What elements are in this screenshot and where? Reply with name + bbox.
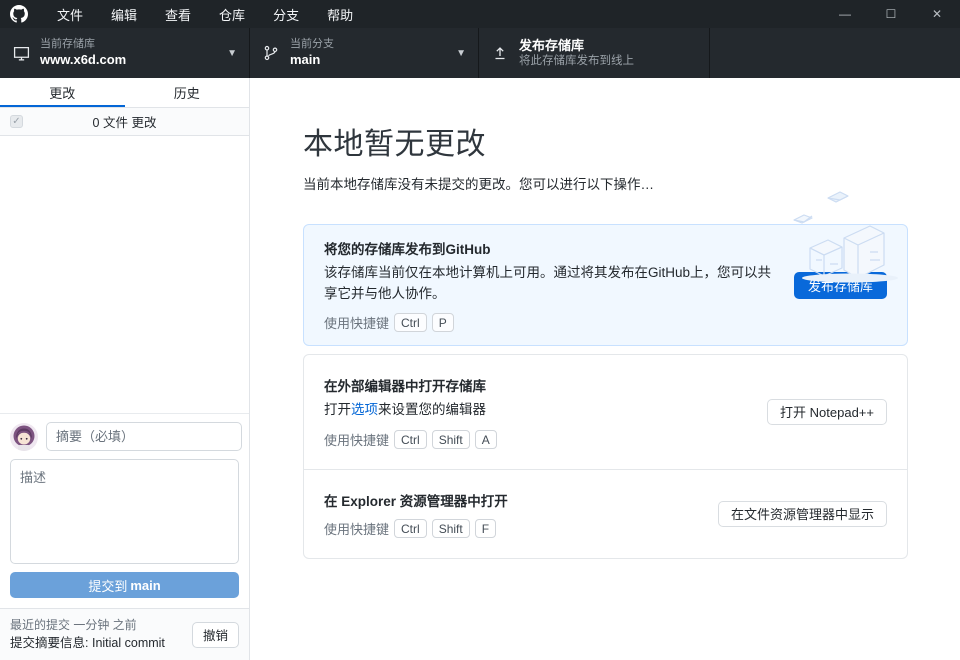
git-branch-icon	[262, 44, 280, 62]
open-in-explorer-shortcut: 使用快捷键 Ctrl Shift F	[324, 519, 698, 538]
publish-repository-subtitle: 将此存储库发布到线上	[519, 54, 697, 68]
sidebar: 更改 历史 ✓ 0 文件 更改	[0, 78, 250, 660]
menu-help[interactable]: 帮助	[313, 0, 367, 28]
github-desktop-window: 文件 编辑 查看 仓库 分支 帮助 — ☐ ✕ 当前存储库 www.x6d.co…	[0, 0, 960, 660]
current-branch-label: 当前分支	[290, 38, 450, 52]
open-in-editor-body: 打开选项来设置您的编辑器	[324, 400, 747, 421]
options-link[interactable]: 选项	[351, 402, 378, 417]
last-commit-summary-value: Initial commit	[92, 636, 165, 650]
current-branch-value: main	[290, 52, 450, 68]
avatar	[10, 423, 38, 451]
changes-count-label: 0 文件 更改	[0, 112, 249, 131]
key-ctrl: Ctrl	[394, 430, 427, 449]
current-repository-dropdown[interactable]: 当前存储库 www.x6d.com ▼	[0, 28, 250, 78]
publish-card-shortcut: 使用快捷键 Ctrl P	[324, 313, 774, 332]
chevron-down-icon: ▼	[227, 48, 237, 59]
last-commit-summary-label: 提交摘要信息:	[10, 636, 88, 650]
maximize-button[interactable]: ☐	[868, 0, 914, 28]
show-in-explorer-button[interactable]: 在文件资源管理器中显示	[718, 501, 887, 527]
content: 更改 历史 ✓ 0 文件 更改	[0, 78, 960, 660]
current-repository-value: www.x6d.com	[40, 52, 221, 68]
current-branch-dropdown[interactable]: 当前分支 main ▼	[250, 28, 479, 78]
publish-card-text: 将您的存储库发布到GitHub 该存储库当前仅在本地计算机上可用。通过将其发布在…	[324, 238, 774, 333]
key-a: A	[475, 430, 497, 449]
changes-summary-row: ✓ 0 文件 更改	[0, 108, 249, 136]
open-in-editor-card: 在外部编辑器中打开存储库 打开选项来设置您的编辑器 使用快捷键 Ctrl Shi…	[304, 355, 907, 469]
key-p: P	[432, 313, 454, 332]
minimize-button[interactable]: —	[822, 0, 868, 28]
boxes-illustration	[782, 176, 912, 289]
commit-summary-input[interactable]	[46, 422, 242, 451]
last-commit-bar: 最近的提交 一分钟 之前 提交摘要信息: Initial commit 撤销	[0, 608, 249, 660]
open-in-explorer-title: 在 Explorer 资源管理器中打开	[324, 490, 698, 510]
menu-repository[interactable]: 仓库	[205, 0, 259, 28]
last-commit-summary: 提交摘要信息: Initial commit	[10, 634, 192, 653]
tab-history[interactable]: 历史	[125, 78, 250, 107]
shortcut-prefix: 使用快捷键	[324, 430, 389, 449]
commit-button-prefix: 提交到	[88, 576, 127, 595]
menu-view[interactable]: 查看	[151, 0, 205, 28]
select-all-checkbox[interactable]: ✓	[10, 115, 23, 128]
page-title: 本地暂无更改	[303, 119, 908, 163]
commit-summary-row	[10, 422, 239, 451]
close-button[interactable]: ✕	[914, 0, 960, 28]
current-repository-text: 当前存储库 www.x6d.com	[40, 38, 221, 68]
publish-card-body: 该存储库当前仅在本地计算机上可用。通过将其发布在GitHub上，您可以共享它并与…	[324, 263, 774, 305]
menubar: 文件 编辑 查看 仓库 分支 帮助	[43, 0, 367, 28]
open-in-editor-text: 在外部编辑器中打开存储库 打开选项来设置您的编辑器 使用快捷键 Ctrl Shi…	[324, 375, 747, 449]
key-shift: Shift	[432, 430, 470, 449]
publish-repository-toolbar-button[interactable]: 发布存储库 将此存储库发布到线上	[479, 28, 710, 78]
publish-repository-text: 发布存储库 将此存储库发布到线上	[519, 38, 697, 69]
body-post: 来设置您的编辑器	[378, 402, 486, 417]
no-changes-pane: 本地暂无更改 当前本地存储库没有未提交的更改。您可以进行以下操作… 将您的存储库…	[250, 78, 960, 660]
key-f: F	[475, 519, 496, 538]
publish-card-title: 将您的存储库发布到GitHub	[324, 238, 774, 258]
window-controls: — ☐ ✕	[822, 0, 960, 28]
sidebar-tabs: 更改 历史	[0, 78, 249, 108]
last-commit-time: 最近的提交 一分钟 之前	[10, 616, 192, 634]
open-in-editor-title: 在外部编辑器中打开存储库	[324, 375, 747, 395]
current-branch-text: 当前分支 main	[290, 38, 450, 68]
key-ctrl: Ctrl	[394, 519, 427, 538]
commit-description-input[interactable]	[10, 459, 239, 564]
monitor-icon	[12, 44, 30, 62]
upload-icon	[491, 44, 509, 62]
changes-list-empty	[0, 136, 249, 413]
open-in-explorer-card: 在 Explorer 资源管理器中打开 使用快捷键 Ctrl Shift F 在…	[304, 469, 907, 558]
menu-edit[interactable]: 编辑	[97, 0, 151, 28]
body-pre: 打开	[324, 402, 351, 417]
menu-file[interactable]: 文件	[43, 0, 97, 28]
github-logo-icon	[9, 4, 29, 24]
last-commit-text: 最近的提交 一分钟 之前 提交摘要信息: Initial commit	[10, 616, 192, 653]
commit-button-branch: main	[130, 578, 160, 593]
commit-form: 提交到 main	[0, 413, 249, 608]
current-repository-label: 当前存储库	[40, 38, 221, 52]
open-in-explorer-text: 在 Explorer 资源管理器中打开 使用快捷键 Ctrl Shift F	[324, 490, 698, 538]
open-in-editor-shortcut: 使用快捷键 Ctrl Shift A	[324, 430, 747, 449]
shortcut-prefix: 使用快捷键	[324, 313, 389, 332]
commit-button[interactable]: 提交到 main	[10, 572, 239, 598]
undo-button[interactable]: 撤销	[192, 622, 239, 648]
key-ctrl: Ctrl	[394, 313, 427, 332]
publish-repository-title: 发布存储库	[519, 38, 697, 54]
shortcut-prefix: 使用快捷键	[324, 519, 389, 538]
key-shift: Shift	[432, 519, 470, 538]
actions-card-group: 在外部编辑器中打开存储库 打开选项来设置您的编辑器 使用快捷键 Ctrl Shi…	[303, 354, 908, 559]
titlebar: 文件 编辑 查看 仓库 分支 帮助 — ☐ ✕	[0, 0, 960, 28]
chevron-down-icon: ▼	[456, 48, 466, 59]
toolbar: 当前存储库 www.x6d.com ▼ 当前分支 main ▼	[0, 28, 960, 78]
menu-branch[interactable]: 分支	[259, 0, 313, 28]
tab-changes[interactable]: 更改	[0, 78, 125, 107]
open-editor-button[interactable]: 打开 Notepad++	[767, 399, 887, 425]
